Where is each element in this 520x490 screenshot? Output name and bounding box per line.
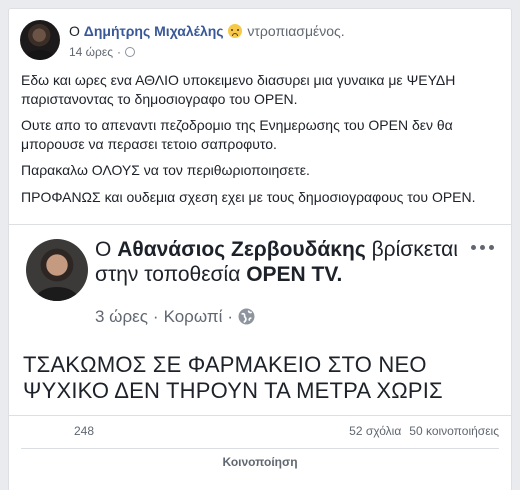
meta-separator: ·: [117, 45, 122, 59]
shared-post-text: ΤΣΑΚΩΜΟΣ ΣΕ ΦΑΡΜΑΚΕΙΟ ΣΤΟ ΝΕΟ ΨΥΧΙΚΟ ΔΕΝ…: [23, 352, 443, 403]
reactions-count[interactable]: 248: [74, 424, 94, 438]
feeling-text: ντροπιασμένος.: [247, 23, 345, 39]
post-timestamp[interactable]: 14 ώρες: [69, 45, 113, 59]
author-prefix: Ο: [69, 23, 80, 39]
more-options-icon[interactable]: [471, 243, 497, 253]
post-meta: 14 ώρες ·: [69, 45, 136, 59]
share-button[interactable]: Κοινοποίηση: [9, 455, 511, 469]
meta-separator: ·: [227, 307, 234, 326]
shared-place[interactable]: Κορωπί: [164, 307, 223, 326]
post-paragraph: Παρακαλω ΟΛΟΥΣ να τον περιθωριοποιησετε.: [21, 162, 310, 178]
post-card: Ο Δημήτρης Μιχαλέλης ντροπιασμένος. 14 ώ…: [8, 8, 512, 490]
location-link[interactable]: OPEN TV.: [246, 263, 342, 286]
post-header: Ο Δημήτρης Μιχαλέλης ντροπιασμένος.: [69, 23, 345, 39]
shares-count[interactable]: 50 κοινοποιήσεις: [409, 424, 499, 438]
globe-icon[interactable]: [238, 308, 255, 325]
meta-separator: ·: [152, 307, 159, 326]
globe-icon[interactable]: [125, 47, 136, 57]
post-paragraph: Εδω και ωρες ενα ΑΘΛΙΟ υποκειμενο διασυρ…: [21, 72, 456, 107]
post-paragraph: ΠΡΟΦΑΝΩΣ και ουδεμια σχεση εχει με τους …: [21, 188, 476, 205]
shared-header: Ο Αθανάσιος Ζερβουδάκης βρίσκεται στην τ…: [95, 237, 460, 287]
comments-count[interactable]: 52 σχόλια: [349, 424, 401, 438]
sad-face-emoji-icon: [228, 24, 243, 38]
shared-post[interactable]: Ο Αθανάσιος Ζερβουδάκης βρίσκεται στην τ…: [9, 224, 511, 416]
shared-author-name[interactable]: Αθανάσιος Ζερβουδάκης: [117, 238, 366, 261]
shared-timestamp[interactable]: 3 ώρες: [95, 307, 148, 326]
author-avatar[interactable]: [20, 20, 60, 60]
shared-meta: 3 ώρες · Κορωπί ·: [95, 307, 255, 327]
divider: [21, 448, 499, 449]
post-stats: 248 52 σχόλια 50 κοινοποιήσεις: [9, 416, 511, 446]
post-body: Εδω και ωρες ενα ΑΘΛΙΟ υποκειμενο διασυρ…: [21, 71, 506, 214]
post-paragraph: Ουτε απο το απεναντι πεζοδρομιο της Ενημ…: [21, 117, 453, 152]
shared-author-prefix: Ο: [95, 238, 112, 261]
author-name-link[interactable]: Δημήτρης Μιχαλέλης: [84, 23, 224, 39]
shared-author-avatar[interactable]: [26, 239, 88, 301]
